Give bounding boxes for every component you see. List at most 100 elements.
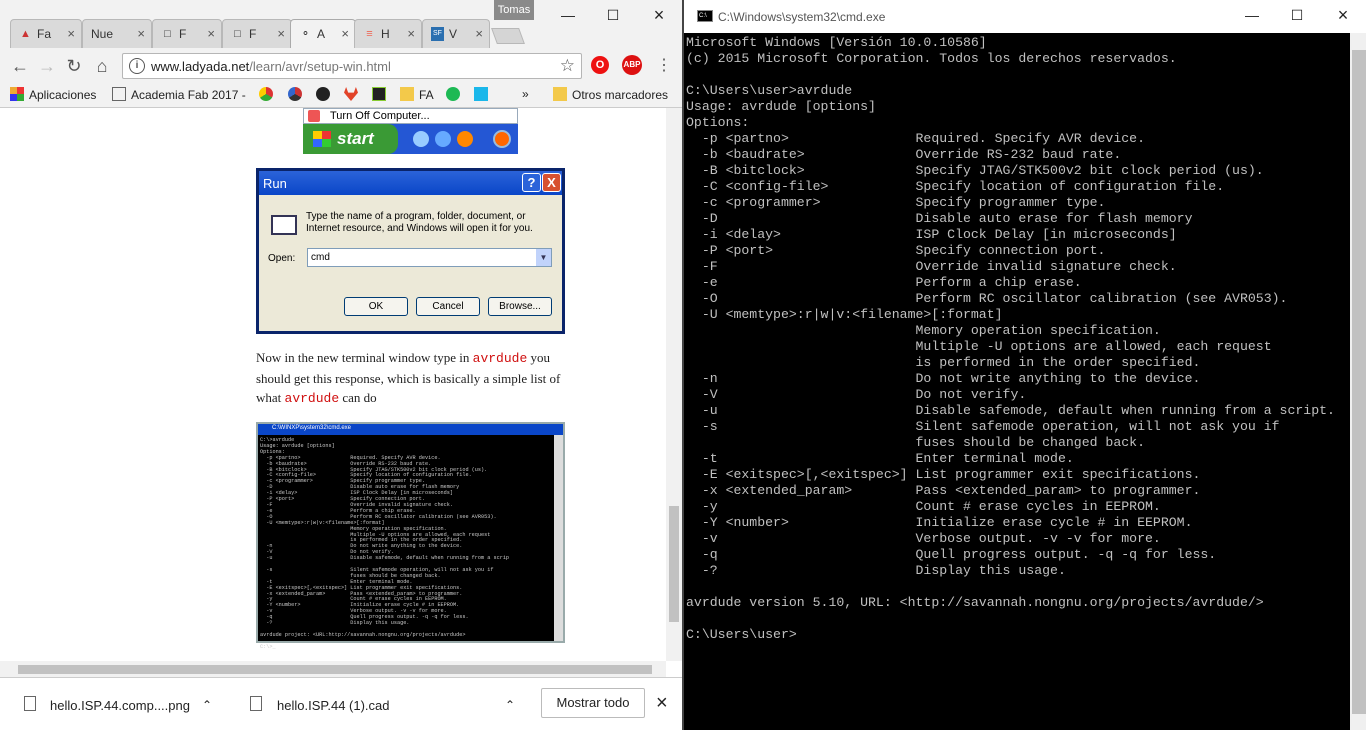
download-item-0[interactable]: hello.ISP.44.comp....png bbox=[50, 698, 190, 713]
bookmark-gitlab[interactable] bbox=[344, 87, 363, 102]
ok-button: OK bbox=[344, 297, 408, 316]
cmd-screenshot-image: C:\WINXP\system32\cmd.exe C:\>avrdude Us… bbox=[256, 422, 565, 650]
maximize-icon[interactable]: ☐ bbox=[590, 0, 636, 30]
tab-strip: ▲ Fa × Nue × □ F × □ F × ⚬ A × ≡ H × SF … bbox=[0, 0, 682, 50]
folder-icon bbox=[400, 87, 414, 101]
download-options-chevron-icon[interactable]: ⌃ bbox=[202, 698, 212, 712]
firefox-icon bbox=[493, 130, 511, 148]
screenshot-title: C:\WINXP\system32\cmd.exe bbox=[258, 424, 563, 435]
close-tab-icon[interactable]: × bbox=[137, 26, 145, 41]
run-title-bar: Run ? X bbox=[259, 171, 562, 195]
show-all-button[interactable]: Mostrar todo bbox=[541, 688, 645, 718]
cmd-title-bar: C:\ C:\Windows\system32\cmd.exe — ☐ × bbox=[684, 0, 1366, 33]
bookmark-github[interactable] bbox=[316, 87, 335, 102]
close-window-icon[interactable]: × bbox=[636, 0, 682, 30]
page-icon: □ bbox=[164, 28, 171, 40]
apps-grid-icon bbox=[10, 87, 24, 101]
bookmark-fa[interactable]: FA bbox=[400, 87, 434, 102]
page-icon: □ bbox=[234, 28, 241, 40]
close-tab-icon[interactable]: × bbox=[341, 26, 349, 41]
open-label: Open: bbox=[268, 253, 296, 264]
github-icon bbox=[316, 87, 330, 101]
run-description: Type the name of a program, folder, docu… bbox=[306, 211, 533, 234]
screenshot-text: C:\>avrdude Usage: avrdude [options] Opt… bbox=[260, 437, 510, 650]
browser-toolbar: ← → ↻ ⌂ i www.ladyada.net/learn/avr/setu… bbox=[0, 50, 682, 82]
bookmark-apps[interactable]: Aplicaciones bbox=[10, 87, 96, 102]
xp-start-button: start bbox=[303, 124, 398, 154]
cmd-output[interactable]: Microsoft Windows [Versión 10.0.10586] (… bbox=[686, 35, 1348, 730]
tab-0[interactable]: ▲ Fa × bbox=[10, 19, 82, 48]
minimize-icon[interactable]: — bbox=[545, 0, 591, 30]
close-downloads-icon[interactable]: × bbox=[656, 692, 668, 715]
tab-1[interactable]: Nue × bbox=[82, 19, 152, 48]
bookmark-academia[interactable]: Academia Fab 2017 - bbox=[112, 87, 246, 102]
cancel-button: Cancel bbox=[416, 297, 480, 316]
new-tab-button[interactable] bbox=[491, 28, 525, 44]
tab-2[interactable]: □ F × bbox=[152, 19, 222, 48]
bookmark-vimeo[interactable] bbox=[474, 87, 493, 102]
code-avrdude: avrdude bbox=[472, 351, 528, 366]
reload-icon[interactable]: ↻ bbox=[62, 54, 86, 78]
gitlab-icon bbox=[344, 87, 358, 101]
adblock-icon[interactable]: ABP bbox=[622, 55, 642, 75]
cmd-scroll-thumb[interactable] bbox=[1352, 50, 1366, 714]
chevron-down-icon: ▼ bbox=[536, 249, 551, 266]
folder-icon bbox=[553, 87, 567, 101]
close-tab-icon[interactable]: × bbox=[407, 26, 415, 41]
vertical-scroll-thumb[interactable] bbox=[669, 506, 679, 622]
tab-5[interactable]: ≡ H × bbox=[354, 19, 422, 48]
bookmark-chrome[interactable] bbox=[259, 87, 278, 102]
minimize-icon[interactable]: — bbox=[1229, 0, 1275, 30]
horizontal-scroll-thumb[interactable] bbox=[18, 665, 652, 674]
open-input: cmd ▼ bbox=[307, 248, 552, 267]
bookmark-spotify[interactable] bbox=[446, 87, 465, 102]
run-icon bbox=[271, 215, 297, 235]
ladyada-icon: ⚬ bbox=[300, 28, 311, 40]
bookmark-star-icon[interactable]: ☆ bbox=[560, 56, 575, 76]
instruction-paragraph: Now in the new terminal window type in a… bbox=[256, 350, 561, 406]
home-icon[interactable]: ⌂ bbox=[90, 54, 114, 78]
close-tab-icon[interactable]: × bbox=[67, 26, 75, 41]
download-item-1[interactable]: hello.ISP.44 (1).cad bbox=[277, 698, 390, 713]
close-tab-icon[interactable]: × bbox=[277, 26, 285, 41]
bookmark-other[interactable]: Otros marcadores bbox=[553, 87, 668, 102]
close-tab-icon[interactable]: × bbox=[475, 26, 483, 41]
profile-badge[interactable]: Tomas bbox=[494, 0, 534, 20]
chrome-window: ▲ Fa × Nue × □ F × □ F × ⚬ A × ≡ H × SF … bbox=[0, 0, 682, 730]
html-icon: ≡ bbox=[366, 28, 373, 40]
menu-icon[interactable]: ⋮ bbox=[652, 54, 676, 78]
page-content: Turn Off Computer... start Run ? X Type … bbox=[0, 108, 666, 661]
maximize-icon[interactable]: ☐ bbox=[1274, 0, 1320, 30]
vnc-icon bbox=[372, 87, 386, 101]
image-file-icon bbox=[24, 696, 36, 711]
ie-icon bbox=[435, 131, 451, 147]
tab-3[interactable]: □ F × bbox=[222, 19, 292, 48]
file-icon bbox=[250, 696, 262, 711]
windows-logo-icon bbox=[313, 131, 331, 147]
bookmarks-bar: Aplicaciones Academia Fab 2017 - FA » Ot… bbox=[0, 82, 682, 108]
vimeo-icon bbox=[474, 87, 488, 101]
sf-icon: SF bbox=[431, 27, 444, 41]
page-icon bbox=[112, 87, 126, 101]
cmd-window: C:\ C:\Windows\system32\cmd.exe — ☐ × Mi… bbox=[682, 0, 1366, 730]
close-window-icon[interactable]: × bbox=[1320, 0, 1366, 30]
bookmark-vnc[interactable] bbox=[372, 87, 391, 102]
close-icon: X bbox=[542, 173, 561, 192]
tab-6[interactable]: SF V × bbox=[422, 19, 490, 48]
opera-extension-icon[interactable]: O bbox=[591, 56, 609, 74]
back-icon[interactable]: ← bbox=[8, 54, 32, 78]
tab-active-ladyada[interactable]: ⚬ A × bbox=[290, 19, 356, 48]
spotify-icon bbox=[446, 87, 460, 101]
forward-icon[interactable]: → bbox=[35, 54, 59, 78]
cmd-title: C:\Windows\system32\cmd.exe bbox=[718, 10, 886, 24]
url-text: www.ladyada.net/learn/avr/setup-win.html bbox=[151, 59, 391, 74]
address-bar[interactable]: i www.ladyada.net/learn/avr/setup-win.ht… bbox=[122, 53, 582, 79]
download-options-chevron-icon[interactable]: ⌃ bbox=[505, 698, 515, 712]
info-icon[interactable]: i bbox=[129, 58, 145, 74]
bookmark-fab[interactable] bbox=[288, 87, 307, 102]
firefox-icon bbox=[457, 131, 473, 147]
fab-icon: ▲ bbox=[20, 28, 31, 40]
chrome-icon bbox=[259, 87, 273, 101]
bookmarks-more-icon[interactable]: » bbox=[522, 87, 529, 101]
close-tab-icon[interactable]: × bbox=[207, 26, 215, 41]
